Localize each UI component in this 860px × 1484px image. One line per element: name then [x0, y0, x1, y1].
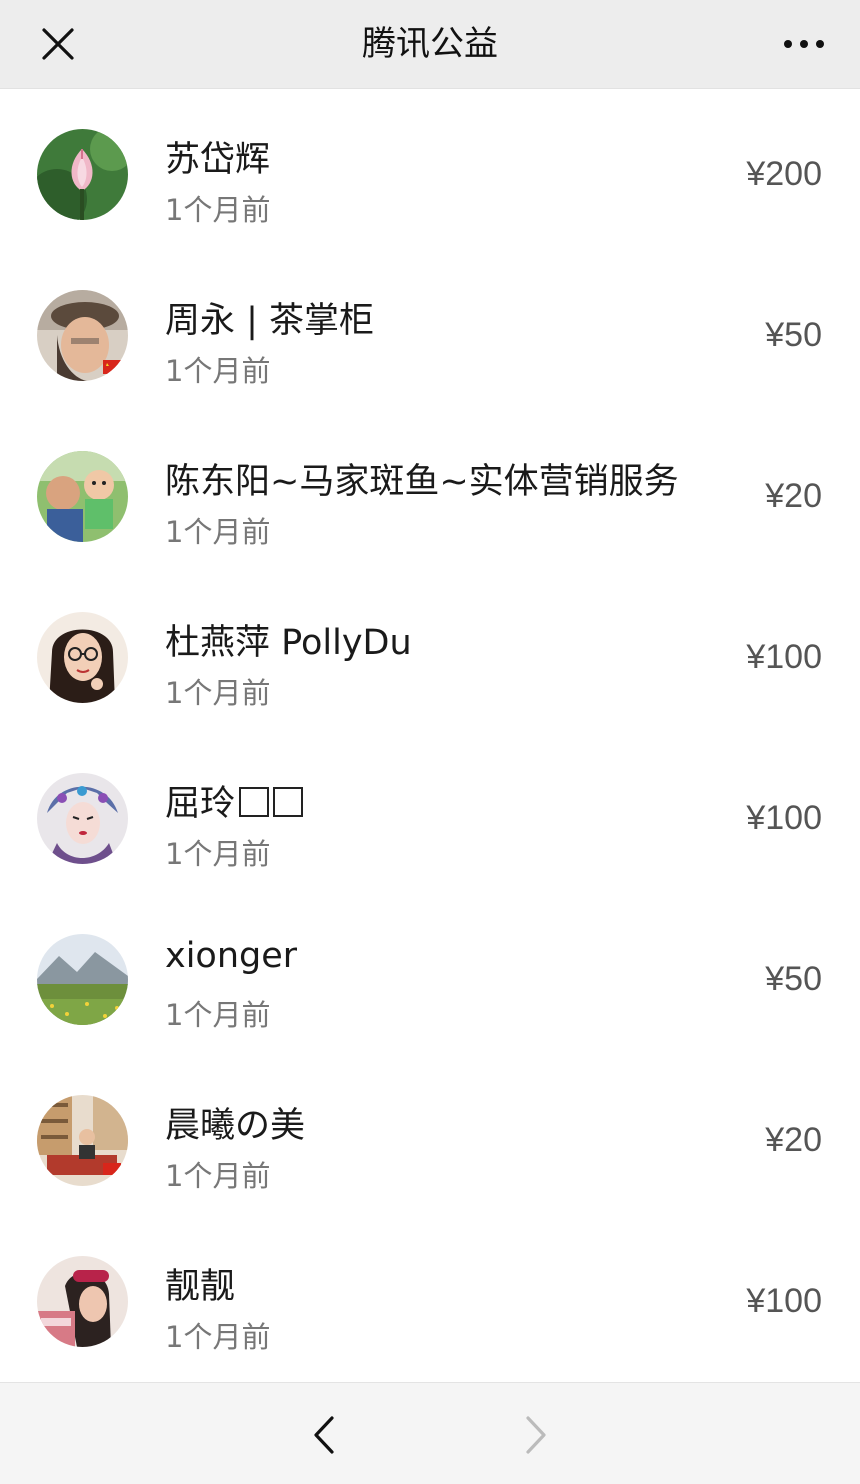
close-button[interactable] [28, 16, 88, 72]
list-item[interactable]: 屈玲 1个月前 ¥100 [0, 733, 860, 894]
top-bar: 腾讯公益 [0, 0, 860, 89]
man-with-baby-image [37, 451, 128, 542]
forward-button[interactable] [505, 1405, 565, 1465]
donor-name-text: 屈玲 [165, 784, 236, 824]
donation-time: 1个月前 [165, 998, 271, 1032]
avatar [37, 1095, 128, 1186]
donor-list: 苏岱辉 1个月前 ¥200 周永 | 茶掌柜 1个月前 ¥50 陈东阳~马家斑鱼… [0, 89, 860, 1377]
list-item[interactable]: 杜燕萍 PollyDu 1个月前 ¥100 [0, 572, 860, 733]
app-window: 腾讯公益 苏岱辉 1个月前 ¥200 周永 | 茶掌柜 1个月前 ¥50 陈东阳… [0, 0, 860, 1484]
list-item[interactable]: 晨曦の美 1个月前 ¥20 [0, 1055, 860, 1216]
donation-amount: ¥50 [765, 316, 822, 354]
donation-amount: ¥200 [746, 155, 822, 193]
avatar [37, 773, 128, 864]
donor-name: 屈玲 [165, 775, 304, 826]
avatar [37, 290, 128, 381]
avatar [37, 612, 128, 703]
back-button[interactable] [295, 1405, 355, 1465]
room-interior-image [37, 1095, 128, 1186]
opera-costume-image [37, 773, 128, 864]
close-icon [42, 28, 74, 60]
page-title: 腾讯公益 [362, 24, 498, 64]
list-item[interactable]: 周永 | 茶掌柜 1个月前 ¥50 [0, 250, 860, 411]
donation-amount: ¥100 [746, 1282, 822, 1320]
donation-amount: ¥50 [765, 960, 822, 998]
more-button[interactable] [772, 16, 836, 72]
bottom-nav-bar [0, 1382, 860, 1484]
donor-name: 靓靓 [165, 1267, 236, 1307]
list-item[interactable]: 陈东阳~马家斑鱼~实体营销服务 1个月前 ¥20 [0, 411, 860, 572]
donor-name: xionger [165, 936, 298, 976]
avatar [37, 934, 128, 1025]
donor-name: 苏岱辉 [165, 140, 271, 180]
donor-name: 晨曦の美 [165, 1106, 306, 1146]
donation-time: 1个月前 [165, 837, 271, 871]
list-item[interactable]: 苏岱辉 1个月前 ¥200 [0, 89, 860, 250]
avatar [37, 129, 128, 220]
donor-name: 杜燕萍 PollyDu [165, 623, 412, 663]
donation-time: 1个月前 [165, 1320, 271, 1354]
woman-glasses-image [37, 612, 128, 703]
chevron-left-icon [314, 1416, 334, 1454]
woman-portrait-image [37, 1256, 128, 1347]
donation-time: 1个月前 [165, 354, 271, 388]
mountain-meadow-image [37, 934, 128, 1025]
avatar [37, 451, 128, 542]
donation-time: 1个月前 [165, 193, 271, 227]
donation-time: 1个月前 [165, 676, 271, 710]
donation-amount: ¥100 [746, 799, 822, 837]
avatar [37, 1256, 128, 1347]
donor-name: 陈东阳~马家斑鱼~实体营销服务 [165, 462, 679, 502]
more-icon [784, 40, 824, 48]
person-hat-image [37, 290, 128, 381]
donation-amount: ¥20 [765, 1121, 822, 1159]
chevron-right-icon [526, 1416, 546, 1454]
donation-time: 1个月前 [165, 1159, 271, 1193]
missing-glyph-icon [239, 787, 270, 817]
missing-glyph-icon [273, 787, 304, 817]
list-item[interactable]: 靓靓 1个月前 ¥100 [0, 1216, 860, 1377]
donor-name: 周永 | 茶掌柜 [165, 301, 375, 341]
donation-time: 1个月前 [165, 515, 271, 549]
donation-amount: ¥20 [765, 477, 822, 515]
lotus-flower-image [37, 129, 128, 220]
donation-amount: ¥100 [746, 638, 822, 676]
list-item[interactable]: xionger 1个月前 ¥50 [0, 894, 860, 1055]
